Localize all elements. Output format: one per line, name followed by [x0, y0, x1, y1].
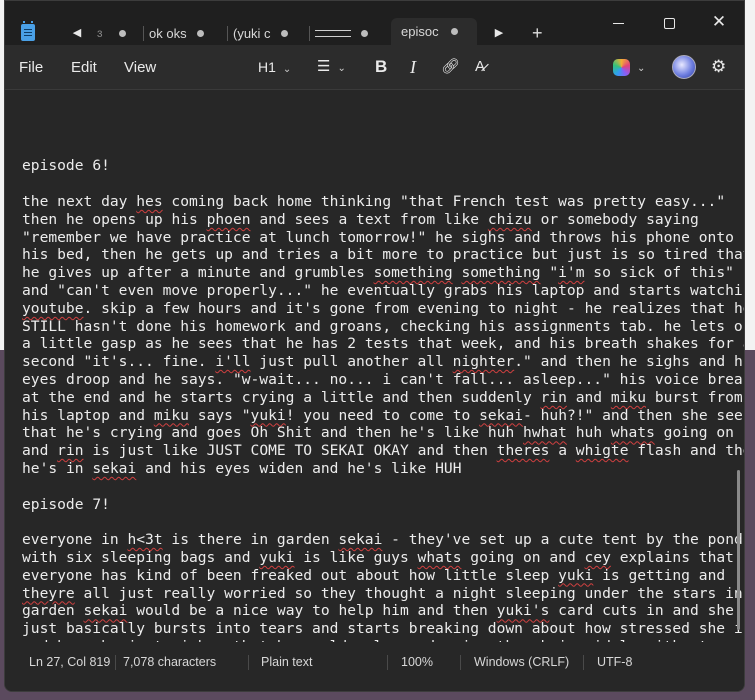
text-encoding[interactable]: UTF-8 — [597, 655, 632, 669]
document-line: episode 7! — [22, 495, 110, 513]
document-line: everyone in h<3t is there in garden seka… — [22, 531, 743, 549]
vertical-scrollbar[interactable] — [737, 470, 740, 630]
minimize-icon — [612, 22, 624, 24]
menu-edit[interactable]: Edit — [71, 59, 97, 76]
close-button[interactable]: ✕ — [696, 11, 742, 33]
zoom-level[interactable]: 100% — [401, 655, 433, 669]
document-line: he gives up after a minute and grumbles … — [22, 264, 734, 282]
link-icon[interactable]: 🔗︎ — [441, 55, 460, 79]
chevron-down-icon: ⌄ — [637, 63, 646, 74]
document-line: then they go to sleep and yuki is just t… — [22, 691, 744, 692]
document-line: everyone has kind of been freaked out ab… — [22, 566, 726, 584]
bulleted-list-icon: ☰ — [317, 58, 331, 75]
document-line: with six sleeping bags and yuki is like … — [22, 548, 734, 566]
unsaved-dot-icon — [196, 29, 204, 37]
status-divider — [583, 655, 584, 670]
menu-file[interactable]: File — [19, 59, 43, 76]
new-tab-button[interactable]: + — [532, 23, 543, 43]
notepad-app-icon — [21, 21, 35, 41]
document-line: and "can't even move properly..." he eve… — [22, 281, 744, 299]
document-text-area[interactable]: episode 6! the next day hes coming back h… — [5, 90, 744, 691]
document-line: and rin is just like JUST COME TO SEKAI … — [22, 442, 744, 460]
status-divider — [460, 655, 461, 670]
text-format[interactable]: Plain text — [261, 655, 312, 669]
document-line: a little gasp as he sees that he has 2 t… — [22, 335, 744, 353]
copilot-icon — [613, 58, 630, 76]
tab-3[interactable]: (yuki c — [233, 21, 303, 45]
document-line: episode 6! — [22, 157, 110, 175]
unsaved-dot-icon — [119, 29, 126, 37]
tab-4[interactable] — [315, 21, 387, 45]
document-line: theyre all just really worried so they t… — [22, 584, 743, 602]
scroll-tabs-right-icon[interactable]: ▶ — [489, 23, 509, 43]
tab-label-lines — [315, 29, 351, 37]
maximize-button[interactable] — [646, 11, 692, 33]
minimize-button[interactable] — [595, 11, 641, 33]
account-avatar[interactable] — [672, 55, 696, 79]
status-bar: Ln 27, Col 819 7,078 characters Plain te… — [5, 642, 744, 691]
document-line: STILL hasn't done his homework and groan… — [22, 317, 744, 335]
unsaved-dot-icon — [281, 29, 288, 37]
document-line: second "it's... fine. i'll just pull ano… — [22, 353, 744, 371]
document-line — [22, 513, 744, 531]
document-line: the next day hes coming back home thinki… — [22, 192, 726, 210]
tab-divider — [309, 26, 310, 41]
tab-2[interactable]: ok oks — [149, 21, 219, 45]
character-count: 7,078 characters — [123, 655, 217, 669]
document-line — [22, 175, 744, 193]
menu-bar: File Edit View H1 ⌄ ☰ ⌄ B I 🔗︎ A̷ ⌄ ⚙ — [5, 45, 744, 90]
gear-icon[interactable]: ⚙ — [711, 55, 726, 79]
line-endings[interactable]: Windows (CRLF) — [474, 655, 569, 669]
heading-label: H1 — [258, 59, 276, 75]
copilot-button[interactable]: ⌄ — [613, 55, 645, 79]
document-line: youtube. skip a few hours and it's gone … — [22, 299, 744, 317]
unsaved-dot-icon — [451, 28, 458, 35]
document-line: "remember we have practice at lunch tomo… — [22, 228, 734, 246]
document-line: his bed, then he gets up and tries a bit… — [22, 246, 744, 264]
scroll-tabs-left-icon[interactable]: ◀ — [67, 23, 87, 43]
title-bar: ◀ ɜ ok oks (yuki c episoc ▶ + ✕ — [5, 1, 744, 45]
status-divider — [387, 655, 388, 670]
list-dropdown[interactable]: ☰ ⌄ — [317, 55, 346, 79]
tab-label: ok oks — [149, 25, 187, 41]
document-line: garden sekai would be a nice way to help… — [22, 602, 734, 620]
avatar — [672, 55, 696, 79]
notepad-window: ◀ ɜ ok oks (yuki c episoc ▶ + ✕ File Edi… — [4, 0, 745, 692]
heading-dropdown[interactable]: H1 ⌄ — [258, 55, 291, 79]
tab-5-active[interactable]: episoc — [391, 18, 477, 45]
document-line — [22, 478, 744, 496]
document-line: at the end and he starts crying a little… — [22, 388, 743, 406]
tab-1[interactable]: ɜ — [97, 21, 137, 45]
document-line: he's in sekai and his eyes widen and he'… — [22, 459, 462, 477]
italic-button[interactable]: I — [410, 55, 416, 79]
tab-label: (yuki c — [233, 25, 271, 41]
status-divider — [248, 655, 249, 670]
chevron-down-icon: ⌄ — [337, 63, 346, 74]
document-line: that he's crying and goes Oh Shit and th… — [22, 424, 734, 442]
document-line: eyes droop and he says. "w-wait... no...… — [22, 370, 744, 388]
document-line: then he opens up his phoen and sees a te… — [22, 210, 699, 228]
clear-formatting-icon[interactable]: A̷ — [475, 55, 485, 79]
unsaved-dot-icon — [361, 29, 368, 37]
document-line: his laptop and miku says "yuki! you need… — [22, 406, 744, 424]
maximize-icon — [663, 17, 675, 29]
bold-button[interactable]: B — [375, 55, 387, 79]
tab-divider — [227, 26, 228, 41]
status-divider — [115, 655, 116, 670]
chevron-down-icon: ⌄ — [282, 64, 292, 75]
tab-divider — [143, 26, 144, 41]
menu-view[interactable]: View — [124, 59, 156, 76]
tab-label: ɜ — [97, 26, 103, 40]
tab-label: episoc — [401, 24, 439, 39]
document-line: just basically bursts into tears and sta… — [22, 620, 744, 638]
cursor-position: Ln 27, Col 819 — [29, 655, 111, 669]
